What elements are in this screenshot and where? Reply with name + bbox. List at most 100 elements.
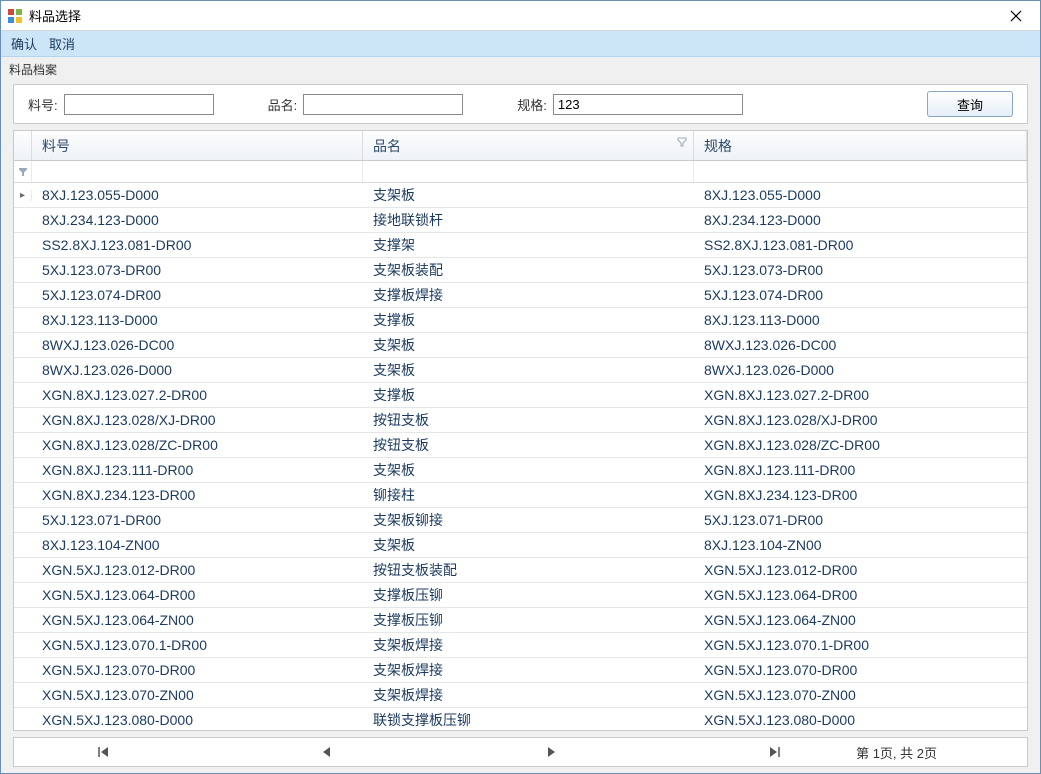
cell-spec: SS2.8XJ.123.081-DR00 [694,237,1027,253]
table-row[interactable]: XGN.8XJ.234.123-DR00铆接柱XGN.8XJ.234.123-D… [14,483,1027,508]
table-row[interactable]: 5XJ.123.073-DR00支架板装配5XJ.123.073-DR00 [14,258,1027,283]
paginator: 第 1页, 共 2页 [13,737,1028,767]
close-button[interactable] [993,2,1038,30]
page-next-button[interactable] [521,746,581,758]
cell-name: 支架板 [363,460,694,480]
query-button[interactable]: 查询 [927,91,1013,117]
page-next-icon [545,746,557,758]
cell-spec: 5XJ.123.071-DR00 [694,512,1027,528]
cell-name: 支架板 [363,335,694,355]
menu-confirm[interactable]: 确认 [11,34,37,53]
cell-code: 8XJ.234.123-D000 [32,212,363,228]
filter-name-label: 品名: [268,95,298,114]
column-header-name[interactable]: 品名 [363,131,694,160]
table-row[interactable]: XGN.8XJ.123.111-DR00支架板XGN.8XJ.123.111-D… [14,458,1027,483]
table-row[interactable]: XGN.5XJ.123.070.1-DR00支架板焊接XGN.5XJ.123.0… [14,633,1027,658]
column-header-spec[interactable]: 规格 [694,131,1027,160]
cell-name: 支撑板焊接 [363,285,694,305]
close-icon [1010,10,1022,22]
cell-spec: XGN.5XJ.123.064-DR00 [694,587,1027,603]
cell-name: 支架板焊接 [363,660,694,680]
cell-name: 支撑板压铆 [363,585,694,605]
table-row[interactable]: 5XJ.123.074-DR00支撑板焊接5XJ.123.074-DR00 [14,283,1027,308]
menu-cancel[interactable]: 取消 [49,34,75,53]
table-row[interactable]: ▸8XJ.123.055-D000支架板8XJ.123.055-D000 [14,183,1027,208]
table-row[interactable]: XGN.8XJ.123.028/ZC-DR00按钮支板XGN.8XJ.123.0… [14,433,1027,458]
table-row[interactable]: 8WXJ.123.026-DC00支架板8WXJ.123.026-DC00 [14,333,1027,358]
cell-code: 8XJ.123.113-D000 [32,312,363,328]
filter-code-label: 料号: [28,95,58,114]
table-row[interactable]: 8XJ.123.113-D000支撑板8XJ.123.113-D000 [14,308,1027,333]
cell-name: 支撑板压铆 [363,610,694,630]
table-row[interactable]: XGN.5XJ.123.064-ZN00支撑板压铆XGN.5XJ.123.064… [14,608,1027,633]
filter-name-input[interactable] [303,94,463,115]
autofilter-spec-cell[interactable] [694,161,1027,182]
page-last-icon [767,746,781,758]
cell-code: XGN.8XJ.123.028/ZC-DR00 [32,437,363,453]
cell-code: 5XJ.123.073-DR00 [32,262,363,278]
grid-header-indicator [14,131,32,160]
cell-name: 支撑板 [363,385,694,405]
table-row[interactable]: 8XJ.234.123-D000接地联锁杆8XJ.234.123-D000 [14,208,1027,233]
page-last-button[interactable] [744,746,804,758]
cell-name: 铆接柱 [363,485,694,505]
cell-code: XGN.5XJ.123.064-ZN00 [32,612,363,628]
filter-spec-input[interactable] [553,94,743,115]
cell-code: 5XJ.123.074-DR00 [32,287,363,303]
cell-code: 8XJ.123.055-D000 [32,187,363,203]
filter-spec-label: 规格: [517,95,547,114]
filter-pin-icon[interactable] [677,137,687,150]
cell-code: XGN.5XJ.123.070-DR00 [32,662,363,678]
app-icon [7,8,23,24]
cell-code: XGN.5XJ.123.012-DR00 [32,562,363,578]
cell-code: 8XJ.123.104-ZN00 [32,537,363,553]
table-row[interactable]: XGN.8XJ.123.027.2-DR00支撑板XGN.8XJ.123.027… [14,383,1027,408]
filter-code-input[interactable] [64,94,214,115]
cell-spec: XGN.5XJ.123.070-ZN00 [694,687,1027,703]
autofilter-indicator-icon [14,161,32,182]
cell-spec: XGN.5XJ.123.012-DR00 [694,562,1027,578]
page-prev-button[interactable] [297,746,357,758]
cell-spec: 8XJ.123.113-D000 [694,312,1027,328]
table-row[interactable]: 8WXJ.123.026-D000支架板8WXJ.123.026-D000 [14,358,1027,383]
grid-body[interactable]: ▸8XJ.123.055-D000支架板8XJ.123.055-D0008XJ.… [14,183,1027,730]
column-header-name-label: 品名 [373,136,401,156]
cell-spec: 8WXJ.123.026-DC00 [694,337,1027,353]
cell-spec: XGN.8XJ.123.028/ZC-DR00 [694,437,1027,453]
cell-code: XGN.5XJ.123.080-D000 [32,712,363,728]
page-first-button[interactable] [74,746,134,758]
cell-code: SS2.8XJ.123.081-DR00 [32,237,363,253]
table-row[interactable]: XGN.5XJ.123.070-DR00支架板焊接XGN.5XJ.123.070… [14,658,1027,683]
column-header-code-label: 料号 [42,136,70,156]
table-row[interactable]: 5XJ.123.071-DR00支架板铆接5XJ.123.071-DR00 [14,508,1027,533]
cell-spec: 8XJ.123.055-D000 [694,187,1027,203]
cell-code: 5XJ.123.071-DR00 [32,512,363,528]
table-row[interactable]: SS2.8XJ.123.081-DR00支撑架SS2.8XJ.123.081-D… [14,233,1027,258]
table-row[interactable]: 8XJ.123.104-ZN00支架板8XJ.123.104-ZN00 [14,533,1027,558]
cell-name: 支撑架 [363,235,694,255]
cell-code: XGN.5XJ.123.064-DR00 [32,587,363,603]
column-header-code[interactable]: 料号 [32,131,363,160]
column-header-spec-label: 规格 [704,136,732,156]
page-prev-icon [321,746,333,758]
table-row[interactable]: XGN.5XJ.123.064-DR00支撑板压铆XGN.5XJ.123.064… [14,583,1027,608]
cell-name: 支撑板 [363,310,694,330]
cell-name: 支架板 [363,535,694,555]
cell-name: 支架板 [363,185,694,205]
cell-spec: XGN.5XJ.123.080-D000 [694,712,1027,728]
autofilter-code-cell[interactable] [32,161,363,182]
table-row[interactable]: XGN.5XJ.123.070-ZN00支架板焊接XGN.5XJ.123.070… [14,683,1027,708]
cell-code: 8WXJ.123.026-DC00 [32,337,363,353]
cell-spec: XGN.5XJ.123.070.1-DR00 [694,637,1027,653]
cell-name: 支架板 [363,360,694,380]
table-row[interactable]: XGN.8XJ.123.028/XJ-DR00按钮支板XGN.8XJ.123.0… [14,408,1027,433]
window-title: 料品选择 [29,6,993,25]
cell-name: 按钮支板 [363,435,694,455]
data-grid: 料号 品名 规格 ▸8XJ.123.055-D000支架板8XJ.123.055… [13,130,1028,731]
dialog-window: 料品选择 确认 取消 料品档案 料号: 品名: 规格: 查询 [0,0,1041,774]
cell-code: XGN.5XJ.123.070.1-DR00 [32,637,363,653]
table-row[interactable]: XGN.5XJ.123.080-D000联锁支撑板压铆XGN.5XJ.123.0… [14,708,1027,730]
cell-name: 联锁支撑板压铆 [363,710,694,730]
table-row[interactable]: XGN.5XJ.123.012-DR00按钮支板装配XGN.5XJ.123.01… [14,558,1027,583]
autofilter-name-cell[interactable] [363,161,694,182]
